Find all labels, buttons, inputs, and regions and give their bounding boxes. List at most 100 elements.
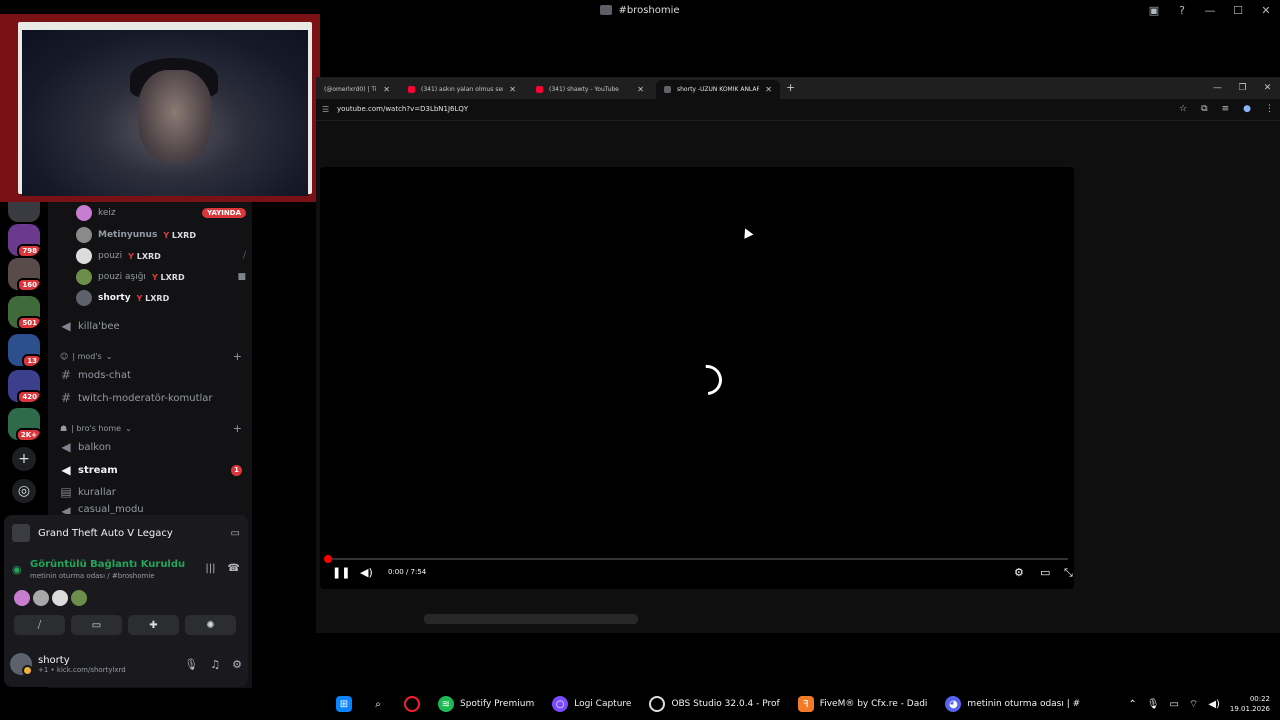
channel-balkon[interactable]: ◀ balkon [60,437,242,457]
gear-icon[interactable]: ⚙ [232,658,242,671]
disconnect-icon[interactable]: ☎ [228,563,240,574]
taskbar-spotify[interactable]: ≋ Spotify Premium [434,691,538,717]
add-channel-icon[interactable]: + [233,422,242,435]
server-icon[interactable]: 2K+ [8,408,40,440]
video-player[interactable]: ❚❚ ◀) 0:00 / 7:54 ⚙ ▭ ⤡ [320,167,1074,589]
obs-icon [649,696,666,712]
server-badge: 420 [17,390,40,402]
close-tab-icon[interactable]: ✕ [383,85,390,94]
headphones-icon[interactable]: ♫ [210,658,220,671]
miniplayer-icon[interactable]: ▭ [1040,566,1050,579]
url-input[interactable]: youtube.com/watch?v=D3LbN1J6LQY [337,105,468,113]
voice-connection: ◉ Görüntülü Bağlantı Kuruldu metinin otu… [12,559,240,580]
server-badge: 160 [17,278,40,290]
minimize-icon[interactable]: — [1205,77,1230,99]
add-server-icon[interactable]: + [12,447,36,471]
progress-bar[interactable] [324,555,1068,563]
minimize-icon[interactable]: — [1196,0,1224,20]
voice-member[interactable]: pouzi aşığı LXRD ■ [76,268,246,286]
channel-label: mods-chat [78,369,131,381]
help-icon[interactable]: ? [1168,0,1196,20]
activity-row[interactable]: Grand Theft Auto V Legacy ▭ [12,523,240,543]
server-icon[interactable]: 798 [8,224,40,256]
activities-button[interactable]: ✚ [128,615,179,635]
extensions-icon[interactable]: ⧉ [1201,104,1207,114]
channel-mods-chat[interactable]: # mods-chat [60,365,242,385]
category-mods[interactable]: ☺ | mod's ⌄ + [60,349,242,363]
channel-label: killa'bee [78,320,120,332]
browser-tab[interactable]: (@omerlxrd0) | TikTok ✕ [316,80,398,99]
discover-icon[interactable]: ◎ [12,479,36,503]
browser-tab[interactable]: (341) askın yaları olmus senin ✕ [400,80,524,99]
category-bros-home[interactable]: ☗ | bro's home ⌄ + [60,421,242,435]
youtube-icon [408,86,415,93]
maximize-icon[interactable]: ☐ [1224,0,1252,20]
loading-tab-icon [664,86,671,93]
bookmark-star-icon[interactable]: ☆ [1179,104,1187,114]
voice-member-name: pouzi [98,251,123,261]
taskbar-logi[interactable]: ○ Logi Capture [548,691,635,717]
channel-label: stream [78,464,118,476]
close-tab-icon[interactable]: ✕ [637,85,644,94]
add-channel-icon[interactable]: + [233,350,242,363]
window-title-group: #broshomie [600,5,680,16]
share-screen-button[interactable]: ▭ [71,615,122,635]
settings-gear-icon[interactable]: ⚙ [1014,566,1024,579]
start-button[interactable]: ⊞ [332,691,356,717]
inbox-button-icon[interactable]: ▣ [1140,0,1168,20]
taskbar-obs[interactable]: OBS Studio 32.0.4 - Prof [645,691,783,717]
channel-twitch-moderator[interactable]: # twitch-moderatör-komutlar [60,388,242,408]
close-tab-icon[interactable]: ✕ [509,85,516,94]
clock[interactable]: 00:22 19.01.2026 [1230,694,1270,714]
exit-fullscreen-icon[interactable]: ⤡ [1064,566,1073,580]
restore-icon[interactable]: ❐ [1230,77,1255,99]
volume-icon[interactable]: ◀) [360,566,373,579]
chevron-up-icon[interactable]: ⌃ [1128,699,1136,710]
noise-suppression-icon[interactable]: ||| [205,563,215,574]
pause-icon[interactable]: ❚❚ [332,566,350,579]
close-icon[interactable]: ✕ [1255,77,1280,99]
server-icon[interactable]: 501 [8,296,40,328]
voice-member[interactable]: keiz YAYINDA [76,204,246,222]
browser-tab-active[interactable]: shorty -UZUN KOMİK ANLAR- ✕ [656,80,780,99]
system-tray: ⌃ 🎙︎ ▭ ⌔ ◀) 00:22 19.01.2026 [1128,688,1280,720]
browser-tab[interactable]: (341) shawty - YouTube ✕ [528,80,652,99]
voice-avatars [14,590,87,606]
taskbar-discord[interactable]: ◕ metinin oturma odası | # [941,691,1084,717]
channel-killabee[interactable]: ◀ killa'bee [60,316,242,336]
member-tag: LXRD [128,252,161,261]
logi-capture-icon: ○ [552,696,569,712]
voice-member[interactable]: Metinyunus LXRD [76,226,246,244]
opera-button[interactable] [400,691,424,717]
channel-stream[interactable]: ◀ stream 1 [60,460,242,480]
speaker-icon[interactable]: ◀) [1208,699,1220,710]
avatar [76,269,92,285]
cast-icon[interactable]: ≡ [1222,104,1230,114]
microphone-icon[interactable]: 🎙︎ [1147,699,1160,710]
microphone-icon[interactable]: 🎙︎ [184,658,198,671]
voice-member[interactable]: shorty LXRD [76,289,246,307]
channel-casual[interactable]: ◀ casual_modu [60,504,242,514]
youtube-icon [536,86,543,93]
new-tab-icon[interactable]: + [786,81,795,94]
camera-off-button[interactable]: ⧸ [14,615,65,635]
site-info-icon[interactable]: ☰ [322,105,329,114]
network-icon[interactable]: ⌔ [1189,698,1198,711]
taskbar-fivem[interactable]: ꟻ FiveM® by Cfx.re - Dadi [794,691,932,717]
voice-member[interactable]: pouzi LXRD ⧸ [76,247,246,265]
current-user[interactable]: shorty +1 • kick.com/shortylxrd 🎙︎ ♫ ⚙ [10,647,242,681]
menu-icon[interactable]: ⋮ [1265,104,1274,114]
search-button[interactable]: ⌕ [366,691,390,717]
server-icon[interactable]: 160 [8,258,40,290]
discord-icon: ◕ [945,696,962,712]
server-icon[interactable]: 13 [8,334,40,366]
scrubber-handle[interactable] [324,555,332,563]
close-tab-icon[interactable]: ✕ [765,85,772,94]
profile-icon[interactable]: ● [1243,104,1251,114]
soundboard-button[interactable]: ✺ [185,615,236,635]
close-icon[interactable]: ✕ [1252,0,1280,20]
screen-share-icon[interactable]: ▭ [231,528,240,539]
display-icon[interactable]: ▭ [1169,699,1178,710]
channel-kurallar[interactable]: ▤ kurallar [60,482,242,502]
server-icon[interactable]: 420 [8,370,40,402]
